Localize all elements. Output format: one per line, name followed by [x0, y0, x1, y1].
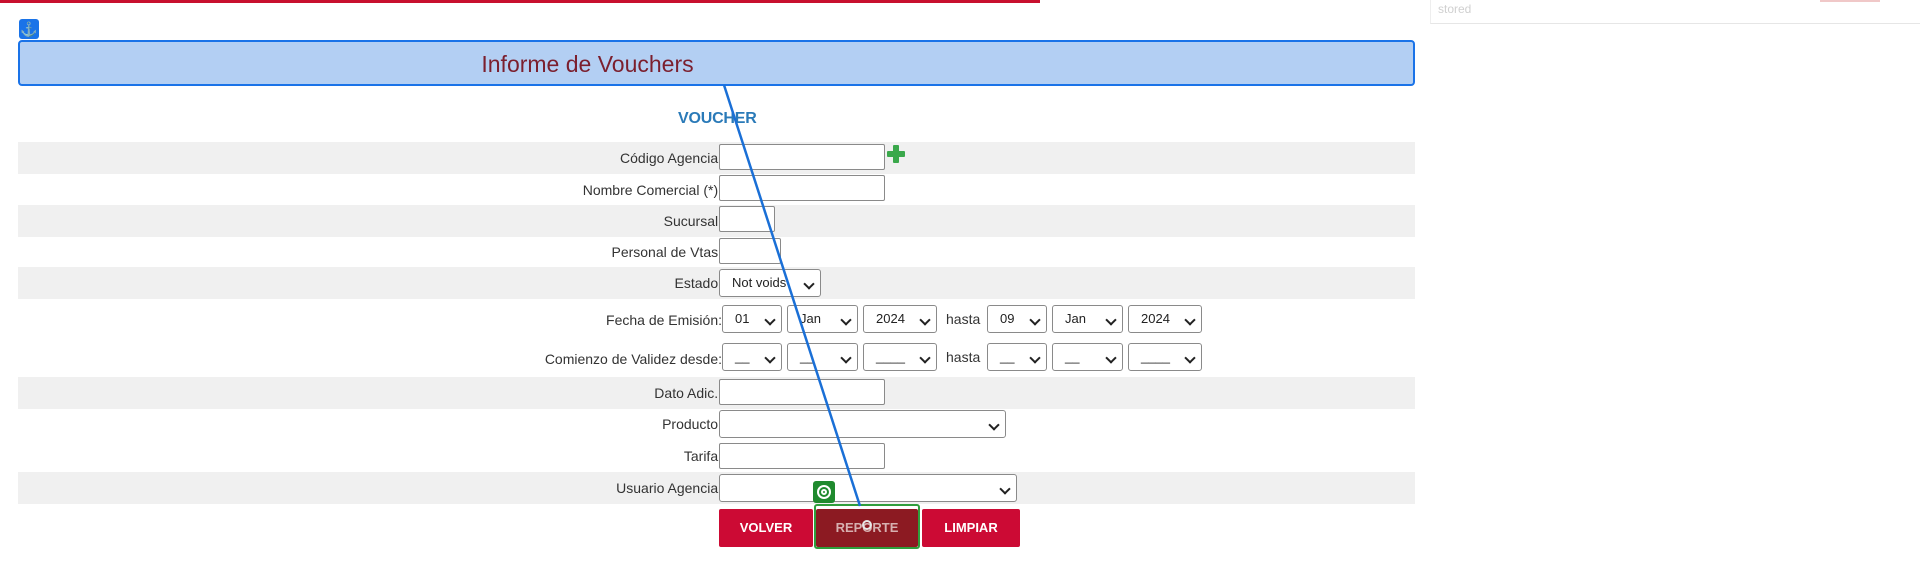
comienzo-validez-label: Comienzo de Validez desde: — [544, 351, 722, 367]
fecha-emision-from-day-value: 01 — [735, 311, 750, 326]
validez-from-day-value: __ — [735, 349, 750, 364]
volver-button[interactable]: VOLVER — [719, 509, 813, 547]
row-personal-vtas: Personal de Vtas: — [18, 236, 1415, 268]
chevron-down-icon — [764, 352, 776, 364]
chevron-down-icon — [1029, 352, 1041, 364]
validez-to-month-value: __ — [1065, 349, 1080, 364]
chevron-down-icon — [1105, 314, 1117, 326]
usuario-agencia-select[interactable] — [719, 474, 1017, 502]
fecha-emision-to-month-value: Jan — [1065, 311, 1086, 326]
codigo-agencia-input[interactable] — [719, 144, 885, 170]
sucursal-input[interactable] — [719, 206, 775, 232]
chevron-down-icon — [999, 483, 1011, 495]
personal-vtas-label: Personal de Vtas: — [611, 244, 722, 260]
estado-select[interactable]: Not voids — [719, 269, 821, 297]
page-title: Informe de Vouchers — [481, 51, 694, 77]
row-tarifa: Tarifa: — [18, 440, 1415, 472]
fecha-emision-label: Fecha de Emisión: — [606, 312, 722, 328]
chevron-down-icon — [1184, 352, 1196, 364]
fecha-emision-to-year[interactable]: 2024 — [1128, 305, 1202, 333]
validez-from-year[interactable]: ____ — [863, 343, 937, 371]
fecha-emision-to-year-value: 2024 — [1141, 311, 1170, 326]
chevron-down-icon — [764, 314, 776, 326]
estado-label: Estado: — [674, 275, 722, 291]
codigo-agencia-label: Código Agencia: — [620, 150, 722, 166]
dato-adic-label: Dato Adic.: — [654, 385, 722, 401]
fecha-emision-from-year[interactable]: 2024 — [863, 305, 937, 333]
chevron-down-icon — [1029, 314, 1041, 326]
nombre-comercial-label: Nombre Comercial (*): — [582, 182, 722, 198]
cursor-icon — [862, 520, 872, 530]
validez-to-month[interactable]: __ — [1052, 343, 1123, 371]
validez-from-year-value: ____ — [876, 349, 905, 364]
producto-label: Producto: — [662, 416, 722, 432]
chevron-down-icon — [840, 352, 852, 364]
chevron-down-icon — [1184, 314, 1196, 326]
validez-to-day[interactable]: __ — [987, 343, 1047, 371]
validez-to-day-value: __ — [1000, 349, 1015, 364]
ghost-panel-text: stored — [1438, 2, 1472, 16]
section-title: VOUCHER — [678, 110, 757, 127]
tarifa-input[interactable] — [719, 443, 885, 469]
row-sucursal: Sucursal: — [18, 205, 1415, 237]
validez-to-year[interactable]: ____ — [1128, 343, 1202, 371]
chevron-down-icon — [803, 278, 815, 290]
row-nombre-comercial: Nombre Comercial (*): — [18, 174, 1415, 206]
ghost-panel — [1430, 0, 1920, 24]
validez-from-month[interactable]: __ — [787, 343, 858, 371]
chevron-down-icon — [919, 352, 931, 364]
fecha-emision-to-month[interactable]: Jan — [1052, 305, 1123, 333]
validez-to-year-value: ____ — [1141, 349, 1170, 364]
fecha-emision-from-day[interactable]: 01 — [722, 305, 782, 333]
add-agency-icon[interactable] — [887, 145, 905, 163]
row-comienzo-validez: Comienzo de Validez desde: — [18, 340, 1415, 372]
fecha-emision-from-year-value: 2024 — [876, 311, 905, 326]
row-usuario-agencia: Usuario Agencia: — [18, 472, 1415, 504]
estado-value: Not voids — [732, 275, 787, 290]
limpiar-button[interactable]: LIMPIAR — [922, 509, 1020, 547]
row-fecha-emision: Fecha de Emisión: — [18, 299, 1415, 331]
validez-hasta: hasta — [946, 349, 981, 365]
row-codigo-agencia: Código Agencia: — [18, 142, 1415, 174]
chevron-down-icon — [840, 314, 852, 326]
usuario-agencia-label: Usuario Agencia: — [616, 480, 722, 496]
fecha-emision-to-day-value: 09 — [1000, 311, 1015, 326]
fecha-emision-from-month-value: Jan — [800, 311, 821, 326]
row-producto: Producto: — [18, 408, 1415, 440]
chevron-down-icon — [1105, 352, 1117, 364]
personal-vtas-input[interactable] — [719, 238, 781, 264]
chevron-down-icon — [988, 419, 1000, 431]
sucursal-label: Sucursal: — [663, 213, 722, 229]
ghost-accent-line — [1820, 0, 1880, 2]
top-accent-bar — [0, 0, 1040, 3]
anchor-icon: ⚓ — [19, 19, 39, 39]
row-estado: Estado: — [18, 267, 1415, 299]
row-dato-adic: Dato Adic.: — [18, 377, 1415, 409]
fecha-emision-from-month[interactable]: Jan — [787, 305, 858, 333]
fecha-emision-to-day[interactable]: 09 — [987, 305, 1047, 333]
page-title-bar: Informe de Vouchers — [18, 40, 1415, 86]
producto-select[interactable] — [719, 410, 1006, 438]
dato-adic-input[interactable] — [719, 379, 885, 405]
validez-from-month-value: __ — [800, 349, 815, 364]
chevron-down-icon — [919, 314, 931, 326]
validez-from-day[interactable]: __ — [722, 343, 782, 371]
fecha-emision-hasta: hasta — [946, 311, 981, 327]
target-icon — [813, 481, 835, 503]
tarifa-label: Tarifa: — [683, 448, 722, 464]
nombre-comercial-input[interactable] — [719, 175, 885, 201]
